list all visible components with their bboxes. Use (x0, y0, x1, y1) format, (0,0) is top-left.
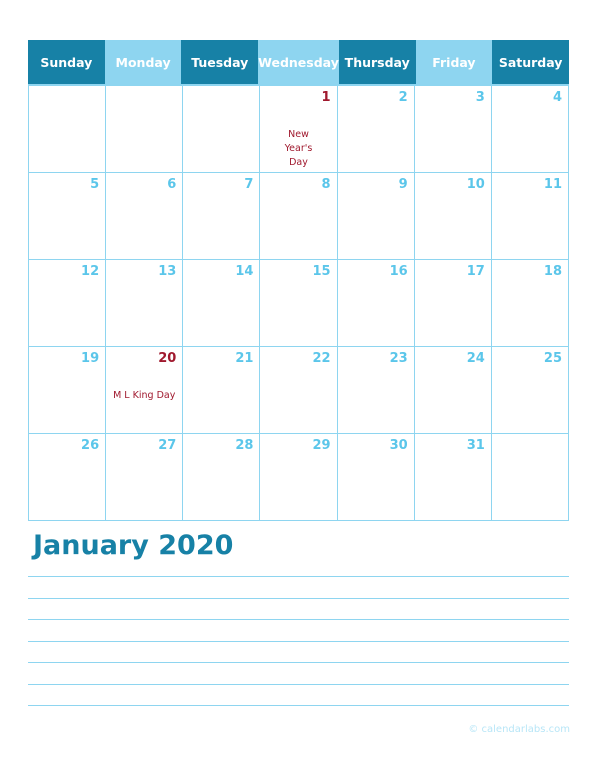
weekday-saturday: Saturday (492, 40, 569, 84)
day-number: 21 (235, 351, 254, 366)
day-cell-6[interactable]: 6 (106, 173, 184, 260)
day-cell-18[interactable]: 18 (491, 260, 569, 347)
note-line[interactable] (28, 640, 569, 642)
weekday-header: Sunday Monday Tuesday Wednesday Thursday Frid… (28, 40, 569, 84)
day-number: 7 (244, 177, 254, 192)
day-number: 25 (543, 351, 562, 366)
day-cell-19[interactable]: 19 (29, 347, 107, 434)
note-line[interactable] (28, 619, 569, 620)
day-cell-21[interactable]: 21 (183, 347, 261, 434)
day-number: 3 (475, 90, 485, 105)
day-number: 23 (389, 351, 408, 366)
day-number: 16 (389, 264, 408, 279)
day-number: 1 (321, 90, 331, 105)
day-cell-3[interactable]: 3 (414, 86, 492, 173)
day-number: 29 (312, 438, 331, 453)
weekday-sunday: Sunday (28, 40, 105, 84)
weekday-tuesday: Tuesday (181, 40, 259, 84)
day-number: 22 (312, 351, 331, 366)
note-line[interactable] (28, 576, 569, 577)
day-cell-24[interactable]: 24 (414, 347, 492, 434)
day-number: 19 (81, 351, 100, 366)
day-cell-22[interactable]: 22 (260, 347, 338, 434)
day-cell-7[interactable]: 7 (183, 173, 261, 260)
day-number: 11 (543, 177, 562, 192)
note-line[interactable] (28, 597, 569, 599)
day-number: 10 (466, 177, 485, 192)
day-cell-31[interactable]: 31 (414, 434, 492, 521)
weekday-thursday: Thursday (338, 40, 416, 84)
day-cell-28[interactable]: 28 (183, 434, 261, 521)
holiday-label: M L King Day (113, 390, 176, 401)
day-number: 13 (158, 264, 177, 279)
day-number: 8 (321, 177, 331, 192)
day-number: 27 (158, 438, 177, 453)
day-cell-2[interactable]: 2 (337, 86, 415, 173)
day-number: 26 (81, 438, 100, 453)
day-number: 20 (158, 351, 177, 366)
empty-cell[interactable] (29, 86, 107, 173)
note-line[interactable] (28, 662, 569, 663)
day-cell-15[interactable]: 15 (260, 260, 338, 347)
day-cell-8[interactable]: 8 (260, 173, 338, 260)
day-cell-14[interactable]: 14 (183, 260, 261, 347)
day-cell-17[interactable]: 17 (414, 260, 492, 347)
day-number: 28 (235, 438, 254, 453)
note-line[interactable] (28, 705, 569, 706)
credit-text[interactable]: © calendarlabs.com (468, 724, 570, 735)
day-cell-16[interactable]: 16 (337, 260, 415, 347)
holiday-label: New Year's Day (284, 129, 313, 168)
day-number: 31 (466, 438, 485, 453)
day-cell-4[interactable]: 4 (491, 86, 569, 173)
day-cell-11[interactable]: 11 (491, 173, 569, 260)
day-number: 17 (466, 264, 485, 279)
day-number: 15 (312, 264, 331, 279)
day-number: 5 (90, 177, 100, 192)
empty-cell[interactable] (491, 434, 569, 521)
weekday-friday: Friday (415, 40, 493, 84)
day-cell-26[interactable]: 26 (29, 434, 107, 521)
day-cell-12[interactable]: 12 (29, 260, 107, 347)
calendar: Sunday Monday Tuesday Wednesday Thursday Frid… (28, 40, 569, 521)
weekday-monday: Monday (104, 40, 182, 84)
month-title: January 2020 (33, 530, 234, 561)
note-line[interactable] (28, 683, 569, 685)
day-grid: New Year's Day 1 2 3 4 5 6 7 8 9 10 11 12 13 14 15 16 17 1… (28, 86, 569, 521)
day-cell-5[interactable]: 5 (29, 173, 107, 260)
day-cell-27[interactable]: 27 (106, 434, 184, 521)
day-number: 4 (552, 90, 562, 105)
day-cell-13[interactable]: 13 (106, 260, 184, 347)
day-cell-23[interactable]: 23 (337, 347, 415, 434)
day-number: 6 (167, 177, 177, 192)
day-number: 9 (398, 177, 408, 192)
day-number: 18 (543, 264, 562, 279)
day-number: 24 (466, 351, 485, 366)
empty-cell[interactable] (106, 86, 184, 173)
empty-cell[interactable] (183, 86, 261, 173)
day-cell-10[interactable]: 10 (414, 173, 492, 260)
day-cell-1[interactable]: New Year's Day 1 (260, 86, 338, 173)
day-cell-25[interactable]: 25 (491, 347, 569, 434)
day-cell-30[interactable]: 30 (337, 434, 415, 521)
day-cell-9[interactable]: 9 (337, 173, 415, 260)
weekday-wednesday: Wednesday (258, 40, 339, 84)
day-cell-29[interactable]: 29 (260, 434, 338, 521)
day-number: 12 (81, 264, 100, 279)
day-number: 30 (389, 438, 408, 453)
day-number: 14 (235, 264, 254, 279)
day-number: 2 (398, 90, 408, 105)
day-cell-20[interactable]: M L King Day 20 (106, 347, 184, 434)
